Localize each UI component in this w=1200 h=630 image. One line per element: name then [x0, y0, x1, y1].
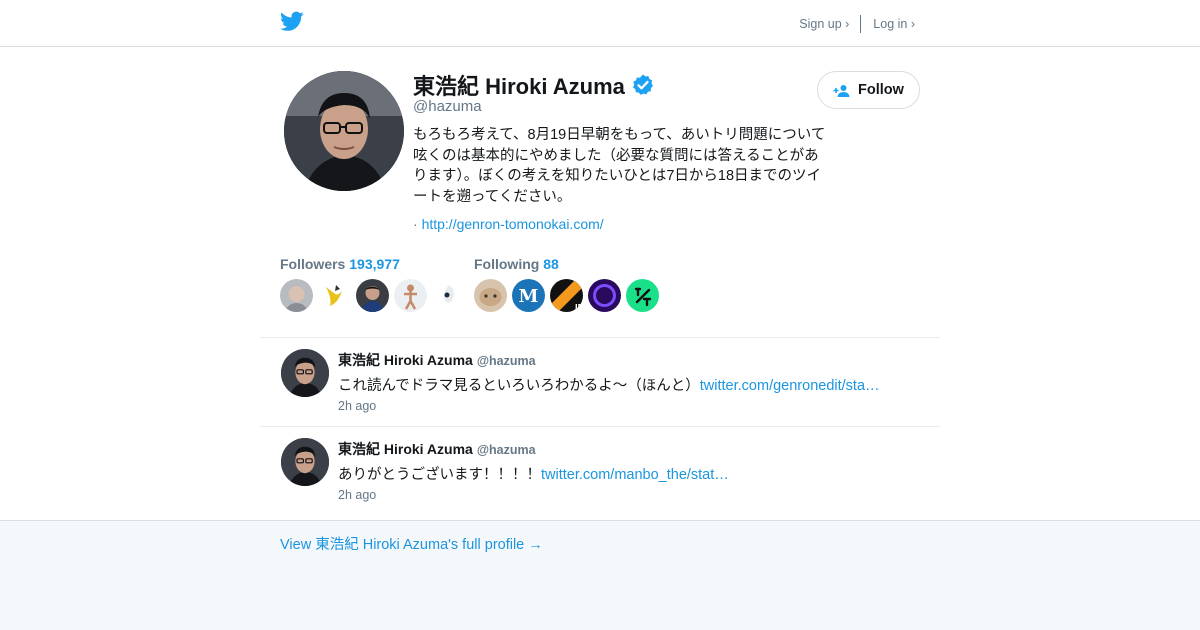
tweet-author-handle: @hazuma [476, 443, 536, 457]
tweet-text: これ読んでドラマ見るといろいろわかるよ〜（ほんと）twitter.com/gen… [338, 374, 880, 395]
following-label: Following [474, 256, 540, 272]
following-avatars: M JP [474, 279, 664, 312]
tweet-link[interactable]: twitter.com/genronedit/sta… [700, 378, 880, 394]
tweet-item[interactable]: 東浩紀 Hiroki Azuma @hazuma ありがとうございます！！！！tw… [260, 427, 940, 515]
follow-button[interactable]: Follow [817, 71, 920, 109]
follower-avatar[interactable] [280, 279, 313, 312]
tweet-avatar[interactable] [281, 438, 329, 486]
top-nav: Sign up › Log in › [799, 15, 915, 33]
profile-url-row: · http://genron-tomonokai.com/ [413, 216, 604, 232]
followers-count: 193,977 [349, 256, 400, 272]
following-avatar[interactable] [588, 279, 621, 312]
tweet-author-handle: @hazuma [476, 354, 536, 368]
tweet-avatar[interactable] [281, 349, 329, 397]
profile-avatar[interactable] [284, 71, 404, 191]
followers-stat[interactable]: Followers 193,977 [280, 256, 400, 272]
tweet-author[interactable]: 東浩紀 Hiroki Azuma @hazuma [338, 439, 536, 459]
add-user-icon [833, 84, 850, 97]
following-avatar[interactable] [626, 279, 659, 312]
url-bullet: · [413, 216, 418, 232]
follower-avatar[interactable] [318, 279, 351, 312]
follower-avatar[interactable] [394, 279, 427, 312]
following-avatar[interactable] [474, 279, 507, 312]
tweet-link[interactable]: twitter.com/manbo_the/stat… [541, 467, 729, 483]
following-avatar[interactable]: M [512, 279, 545, 312]
view-full-profile-link[interactable]: View 東浩紀 Hiroki Azuma's full profile → [280, 533, 543, 554]
nav-divider [860, 15, 862, 33]
svg-text:M: M [519, 286, 539, 307]
followers-label: Followers [280, 256, 346, 272]
following-count: 88 [543, 256, 559, 272]
tweet-author-name: 東浩紀 Hiroki Azuma [338, 352, 473, 368]
signup-link[interactable]: Sign up › [799, 17, 849, 31]
tweet-item[interactable]: 東浩紀 Hiroki Azuma @hazuma これ読んでドラマ見るといろいろわ… [260, 338, 940, 426]
tweet-body: これ読んでドラマ見るといろいろわかるよ〜（ほんと） [338, 378, 700, 394]
tweet-timestamp[interactable]: 2h ago [338, 399, 376, 413]
tweet-timestamp[interactable]: 2h ago [338, 488, 376, 502]
profile-bio: もろもろ考えて、8月19日早朝をもって、あいトリ問題について呟くのは基本的にやめ… [413, 127, 826, 205]
twitter-bird-icon[interactable] [280, 11, 304, 32]
profile-handle: @hazuma [413, 98, 482, 115]
follow-label: Follow [858, 82, 904, 98]
followers-avatars [280, 279, 470, 312]
verified-badge-icon [632, 74, 653, 95]
profile-name-row: 東浩紀 Hiroki Azuma [413, 69, 655, 101]
profile-card: 東浩紀 Hiroki Azuma @hazuma もろもろ考えて、8月19日早朝… [0, 47, 1200, 521]
follower-avatar[interactable] [432, 279, 465, 312]
tweet-text: ありがとうございます！！！！twitter.com/manbo_the/stat… [338, 463, 729, 484]
login-link[interactable]: Log in › [873, 17, 915, 31]
follower-avatar[interactable] [356, 279, 389, 312]
tweet-author[interactable]: 東浩紀 Hiroki Azuma @hazuma [338, 350, 536, 370]
svg-text:JP: JP [574, 303, 583, 311]
tweet-body: ありがとうございます！！！！ [338, 467, 541, 483]
following-stat[interactable]: Following 88 [474, 256, 559, 272]
profile-url-link[interactable]: http://genron-tomonokai.com/ [422, 216, 604, 232]
profile-name: 東浩紀 Hiroki Azuma [413, 74, 625, 99]
following-avatar[interactable]: JP [550, 279, 583, 312]
top-bar: Sign up › Log in › [0, 0, 1200, 47]
tweet-author-name: 東浩紀 Hiroki Azuma [338, 441, 473, 457]
